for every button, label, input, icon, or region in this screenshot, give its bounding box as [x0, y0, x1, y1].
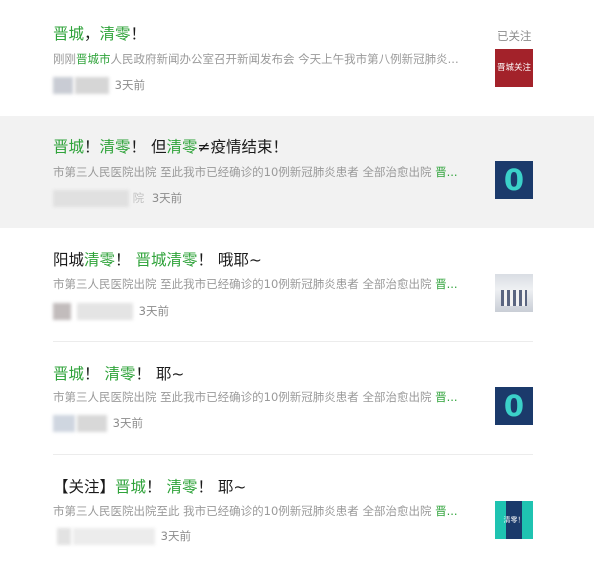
keyword-highlight: 清零: [166, 478, 198, 496]
text-segment: ！ 耶~: [135, 365, 185, 383]
article-title[interactable]: 晋城，清零！: [53, 24, 146, 44]
article-item[interactable]: 【关注】晋城！ 清零！ 耶~ 市第三人民医院出院至此 我市已经确诊的10例新冠肺…: [0, 455, 594, 565]
keyword-highlight: 晋...: [435, 277, 458, 291]
article-summary: 市第三人民医院出院至此 我市已经确诊的10例新冠肺炎患者 全部治愈出院 晋...: [53, 503, 473, 519]
article-thumbnail[interactable]: 0: [495, 387, 533, 425]
article-meta: 3天前: [53, 76, 145, 94]
article-summary: 刚刚晋城市人民政府新闻办公室召开新闻发布会 今天上午我市第八例新冠肺炎...: [53, 51, 473, 67]
author-avatar-blurred: [53, 190, 129, 207]
keyword-highlight: 晋城: [115, 478, 147, 496]
text-segment: 市第三人民医院出院 至此我市已经确诊的10例新冠肺炎患者 全部治愈出院: [53, 165, 436, 179]
article-title[interactable]: 晋城！ 清零！ 耶~: [53, 364, 184, 384]
author-avatar-blurred: [53, 77, 73, 94]
keyword-highlight: 清零: [166, 138, 198, 156]
keyword-highlight: 晋...: [435, 390, 458, 404]
author-name-blurred: [77, 415, 107, 432]
article-item[interactable]: 晋城！ 清零！ 耶~ 市第三人民医院出院 至此我市已经确诊的10例新冠肺炎患者 …: [0, 342, 594, 454]
text-segment: 市第三人民医院出院至此 我市已经确诊的10例新冠肺炎患者 全部治愈出院: [53, 504, 436, 518]
text-segment: ≠疫情结束！: [197, 138, 289, 156]
article-meta: 3天前: [53, 414, 143, 432]
keyword-highlight: 晋城: [53, 365, 85, 383]
author-name-blurred: [75, 77, 109, 94]
keyword-highlight: 晋城: [53, 138, 85, 156]
text-segment: ！ 耶~: [197, 478, 247, 496]
thumbnail-zero-glyph: 0: [503, 389, 525, 423]
thumbnail-caption: 晋城关注: [496, 63, 531, 73]
article-thumbnail[interactable]: [495, 274, 533, 312]
text-segment: ！ 但: [130, 138, 167, 156]
article-item[interactable]: 晋城，清零！ 刚刚晋城市人民政府新闻办公室召开新闻发布会 今天上午我市第八例新冠…: [0, 0, 594, 113]
text-segment: 市第三人民医院出院 至此我市已经确诊的10例新冠肺炎患者 全部治愈出院: [53, 390, 436, 404]
author-avatar-blurred: [53, 303, 71, 320]
author-name-fragment: 院: [132, 191, 145, 205]
photo-figures: [501, 290, 527, 306]
text-segment: ！: [130, 25, 147, 43]
text-segment: ！: [84, 365, 105, 383]
article-summary: 市第三人民医院出院 至此我市已经确诊的10例新冠肺炎患者 全部治愈出院 晋...: [53, 276, 473, 292]
article-time: 3天前: [112, 416, 143, 430]
keyword-highlight: 晋...: [435, 504, 458, 518]
author-avatar-blurred: [53, 415, 75, 432]
article-title[interactable]: 阳城清零！ 晋城清零！ 哦耶~: [53, 250, 262, 270]
text-segment: ，: [84, 25, 100, 43]
follow-status-label[interactable]: 已关注: [497, 28, 532, 44]
keyword-highlight: 清零: [104, 365, 136, 383]
thumbnail-caption: 清零！: [503, 516, 525, 524]
keyword-highlight: 清零: [99, 25, 131, 43]
article-thumbnail[interactable]: 清零！: [495, 501, 533, 539]
text-segment: ！: [84, 138, 100, 156]
article-time: 3天前: [114, 78, 145, 92]
text-segment: 阳城: [53, 251, 85, 269]
text-segment: 刚刚: [53, 52, 76, 66]
text-segment: ！: [146, 478, 167, 496]
keyword-highlight: 晋城市: [76, 52, 111, 66]
article-summary: 市第三人民医院出院 至此我市已经确诊的10例新冠肺炎患者 全部治愈出院 晋...: [53, 164, 473, 180]
article-meta: 3天前: [53, 527, 191, 545]
article-item[interactable]: 阳城清零！ 晋城清零！ 哦耶~ 市第三人民医院出院 至此我市已经确诊的10例新冠…: [0, 228, 594, 341]
article-thumbnail[interactable]: 晋城关注: [495, 49, 533, 87]
text-segment: ！: [115, 251, 136, 269]
article-title[interactable]: 【关注】晋城！ 清零！ 耶~: [53, 477, 246, 497]
article-meta: 3天前: [53, 302, 169, 320]
keyword-highlight: 晋...: [435, 165, 458, 179]
keyword-highlight: 晋城: [53, 25, 85, 43]
article-summary: 市第三人民医院出院 至此我市已经确诊的10例新冠肺炎患者 全部治愈出院 晋...: [53, 389, 473, 405]
article-time: 3天前: [160, 529, 191, 543]
keyword-highlight: 清零: [99, 138, 131, 156]
author-name-blurred: [73, 528, 155, 545]
article-title[interactable]: 晋城！清零！ 但清零≠疫情结束！: [53, 137, 288, 157]
text-segment: ！ 哦耶~: [197, 251, 262, 269]
text-segment: 【关注】: [53, 478, 116, 496]
text-segment: 人民政府新闻办公室召开新闻发布会 今天上午我市第八例新冠肺炎...: [110, 52, 459, 66]
author-name-blurred: [77, 303, 133, 320]
keyword-highlight: 晋城清零: [135, 251, 198, 269]
article-time: 3天前: [151, 191, 183, 205]
thumbnail-zero-glyph: 0: [503, 163, 525, 197]
article-meta: 院 3天前: [53, 189, 182, 207]
article-time: 3天前: [138, 304, 169, 318]
article-thumbnail[interactable]: 0: [495, 161, 533, 199]
keyword-highlight: 清零: [84, 251, 116, 269]
author-avatar-blurred: [57, 528, 71, 545]
text-segment: 市第三人民医院出院 至此我市已经确诊的10例新冠肺炎患者 全部治愈出院: [53, 277, 436, 291]
article-item[interactable]: 晋城！清零！ 但清零≠疫情结束！ 市第三人民医院出院 至此我市已经确诊的10例新…: [0, 116, 594, 228]
